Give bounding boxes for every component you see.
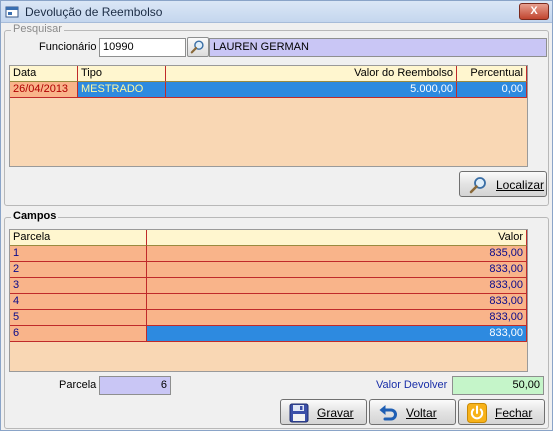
- fechar-label: Fechar: [495, 406, 533, 420]
- table-row[interactable]: 3 833,00: [10, 278, 527, 294]
- reembolso-header-row: Data Tipo Valor do Reembolso Percentual: [10, 66, 527, 82]
- cell-valor[interactable]: 835,00: [147, 246, 527, 262]
- cell-valor[interactable]: 833,00: [147, 310, 527, 326]
- table-row[interactable]: 26/04/2013 MESTRADO 5.000,00 0,00: [10, 82, 527, 98]
- voltar-label: Voltar: [406, 406, 437, 420]
- title-bar: Devolução de Reembolso X: [1, 1, 552, 23]
- table-row[interactable]: 5 833,00: [10, 310, 527, 326]
- cell-valor[interactable]: 833,00: [147, 278, 527, 294]
- cell-tipo[interactable]: MESTRADO: [78, 82, 166, 98]
- app-window: Devolução de Reembolso X Pesquisar Funci…: [0, 0, 553, 431]
- cell-parcela[interactable]: 6: [10, 326, 147, 342]
- cell-parcela[interactable]: 3: [10, 278, 147, 294]
- parcela-label: Parcela: [59, 379, 97, 391]
- undo-arrow-icon: [379, 405, 397, 421]
- col-header-valor[interactable]: Valor: [147, 230, 527, 246]
- cell-valor[interactable]: 833,00: [147, 326, 527, 342]
- gravar-button[interactable]: Gravar: [280, 399, 367, 425]
- cell-parcela[interactable]: 5: [10, 310, 147, 326]
- funcionario-name-field: LAUREN GERMAN: [209, 38, 547, 57]
- table-row[interactable]: 6 833,00: [10, 326, 527, 342]
- floppy-disk-icon: [289, 403, 309, 423]
- table-row[interactable]: 2 833,00: [10, 262, 527, 278]
- close-button[interactable]: X: [519, 3, 549, 20]
- cell-valor[interactable]: 833,00: [147, 262, 527, 278]
- col-header-data[interactable]: Data: [10, 66, 78, 82]
- funcionario-code-input[interactable]: 10990: [99, 38, 186, 57]
- cell-percentual[interactable]: 0,00: [457, 82, 527, 98]
- localizar-label: Localizar: [496, 178, 545, 192]
- valor-devolver-label: Valor Devolver: [376, 379, 448, 391]
- cell-parcela[interactable]: 4: [10, 294, 147, 310]
- col-header-valor-reembolso[interactable]: Valor do Reembolso: [166, 66, 457, 82]
- funcionario-label: Funcionário: [39, 41, 97, 53]
- col-header-tipo[interactable]: Tipo: [78, 66, 166, 82]
- window-title: Devolução de Reembolso: [25, 5, 163, 19]
- col-header-parcela[interactable]: Parcela: [10, 230, 147, 246]
- table-row[interactable]: 1 835,00: [10, 246, 527, 262]
- search-funcionario-button[interactable]: [187, 37, 209, 57]
- cell-valor[interactable]: 833,00: [147, 294, 527, 310]
- pesquisar-legend: Pesquisar: [11, 23, 64, 35]
- fechar-button[interactable]: Fechar: [458, 399, 545, 425]
- voltar-button[interactable]: Voltar: [369, 399, 456, 425]
- cell-parcela[interactable]: 2: [10, 262, 147, 278]
- table-row[interactable]: 4 833,00: [10, 294, 527, 310]
- cell-valor-reembolso[interactable]: 5.000,00: [166, 82, 457, 98]
- parcela-field: 6: [99, 376, 171, 395]
- parcelas-table: Parcela Valor 1 835,00 2 833,00 3 833,00…: [9, 229, 528, 372]
- col-header-percentual[interactable]: Percentual: [457, 66, 527, 82]
- parcelas-header-row: Parcela Valor: [10, 230, 527, 246]
- campos-legend: Campos: [11, 210, 59, 222]
- valor-devolver-input[interactable]: 50,00: [452, 376, 544, 395]
- localizar-button[interactable]: Localizar: [459, 171, 547, 197]
- cell-data[interactable]: 26/04/2013: [10, 82, 78, 98]
- magnifier-icon: [469, 177, 486, 194]
- gravar-label: Gravar: [317, 406, 354, 420]
- reembolso-table: Data Tipo Valor do Reembolso Percentual …: [9, 65, 528, 167]
- magnifier-icon: [190, 40, 204, 54]
- app-icon: [5, 6, 19, 18]
- cell-parcela[interactable]: 1: [10, 246, 147, 262]
- power-icon: [467, 403, 487, 423]
